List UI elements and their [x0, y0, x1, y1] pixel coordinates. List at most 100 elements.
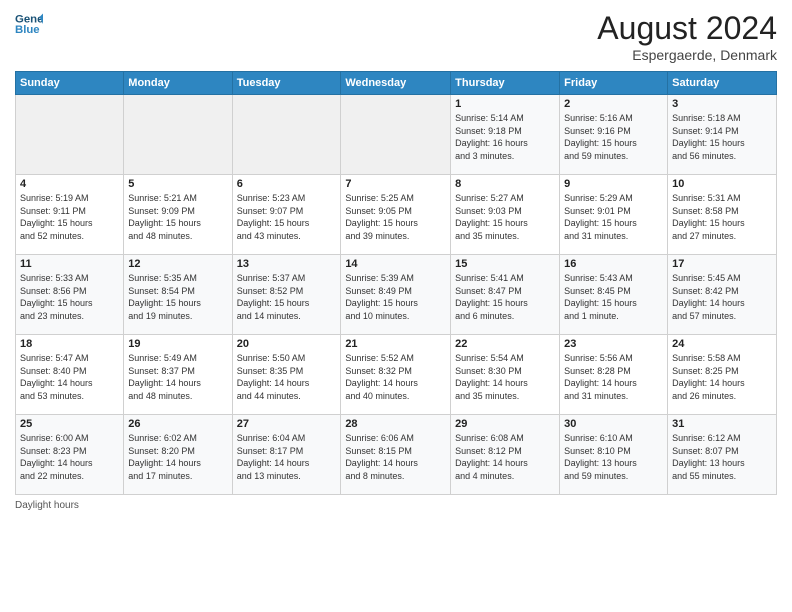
day-number: 18	[20, 338, 119, 350]
calendar-cell: 23 Sunrise: 5:56 AM Sunset: 8:28 PM Dayli…	[560, 335, 668, 415]
day-info: Sunrise: 6:12 AM Sunset: 8:07 PM Dayligh…	[672, 432, 772, 482]
day-info: Sunrise: 5:56 AM Sunset: 8:28 PM Dayligh…	[564, 352, 663, 402]
calendar-cell	[341, 95, 451, 175]
calendar-header: SundayMondayTuesdayWednesdayThursdayFrid…	[16, 72, 777, 95]
day-info: Sunrise: 5:18 AM Sunset: 9:14 PM Dayligh…	[672, 112, 772, 162]
week-row-2: 4 Sunrise: 5:19 AM Sunset: 9:11 PM Daylig…	[16, 175, 777, 255]
calendar-cell: 25 Sunrise: 6:00 AM Sunset: 8:23 PM Dayli…	[16, 415, 124, 495]
weekday-header-tuesday: Tuesday	[232, 72, 341, 95]
calendar-cell: 17Sunrise: 5:45 AM Sunset: 8:42 PM Dayli…	[668, 255, 777, 335]
day-info: Sunrise: 5:27 AM Sunset: 9:03 PM Dayligh…	[455, 192, 555, 242]
day-number: 21	[345, 338, 446, 350]
week-row-4: 18 Sunrise: 5:47 AM Sunset: 8:40 PM Dayli…	[16, 335, 777, 415]
day-number: 22	[455, 338, 555, 350]
weekday-header-sunday: Sunday	[16, 72, 124, 95]
calendar-cell: 21Sunrise: 5:52 AM Sunset: 8:32 PM Dayli…	[341, 335, 451, 415]
day-number: 25	[20, 418, 119, 430]
calendar-cell: 14 Sunrise: 5:39 AM Sunset: 8:49 PM Dayli…	[341, 255, 451, 335]
calendar-cell	[124, 95, 232, 175]
day-info: Sunrise: 5:23 AM Sunset: 9:07 PM Dayligh…	[237, 192, 337, 242]
day-number: 15	[455, 258, 555, 270]
day-info: Sunrise: 5:31 AM Sunset: 8:58 PM Dayligh…	[672, 192, 772, 242]
calendar-cell: 2 Sunrise: 5:16 AM Sunset: 9:16 PM Daylig…	[560, 95, 668, 175]
calendar-page: General Blue August 2024 Espergaerde, De…	[0, 0, 792, 612]
week-row-1: 1 Sunrise: 5:14 AM Sunset: 9:18 PM Daylig…	[16, 95, 777, 175]
day-number: 16	[564, 258, 663, 270]
calendar-cell: 6 Sunrise: 5:23 AM Sunset: 9:07 PM Daylig…	[232, 175, 341, 255]
day-info: Sunrise: 6:08 AM Sunset: 8:12 PM Dayligh…	[455, 432, 555, 482]
header: General Blue August 2024 Espergaerde, De…	[15, 10, 777, 63]
day-info: Sunrise: 5:41 AM Sunset: 8:47 PM Dayligh…	[455, 272, 555, 322]
day-number: 3	[672, 98, 772, 110]
calendar-cell: 10Sunrise: 5:31 AM Sunset: 8:58 PM Dayli…	[668, 175, 777, 255]
logo-icon: General Blue	[15, 10, 43, 38]
day-number: 30	[564, 418, 663, 430]
calendar-cell: 15 Sunrise: 5:41 AM Sunset: 8:47 PM Dayli…	[451, 255, 560, 335]
weekday-header-wednesday: Wednesday	[341, 72, 451, 95]
day-number: 13	[237, 258, 337, 270]
calendar-cell: 3 Sunrise: 5:18 AM Sunset: 9:14 PM Daylig…	[668, 95, 777, 175]
calendar-cell: 9 Sunrise: 5:29 AM Sunset: 9:01 PM Daylig…	[560, 175, 668, 255]
day-info: Sunrise: 5:16 AM Sunset: 9:16 PM Dayligh…	[564, 112, 663, 162]
calendar-cell: 7 Sunrise: 5:25 AM Sunset: 9:05 PM Daylig…	[341, 175, 451, 255]
day-number: 23	[564, 338, 663, 350]
svg-text:Blue: Blue	[15, 24, 40, 36]
day-number: 11	[20, 258, 119, 270]
calendar-cell: 29 Sunrise: 6:08 AM Sunset: 8:12 PM Dayli…	[451, 415, 560, 495]
day-number: 14	[345, 258, 446, 270]
calendar-cell: 28 Sunrise: 6:06 AM Sunset: 8:15 PM Dayli…	[341, 415, 451, 495]
calendar-table: SundayMondayTuesdayWednesdayThursdayFrid…	[15, 71, 777, 495]
day-info: Sunrise: 5:35 AM Sunset: 8:54 PM Dayligh…	[128, 272, 227, 322]
calendar-cell: 19 Sunrise: 5:49 AM Sunset: 8:37 PM Dayli…	[124, 335, 232, 415]
weekday-header-thursday: Thursday	[451, 72, 560, 95]
calendar-cell: 27 Sunrise: 6:04 AM Sunset: 8:17 PM Dayli…	[232, 415, 341, 495]
day-info: Sunrise: 5:37 AM Sunset: 8:52 PM Dayligh…	[237, 272, 337, 322]
day-number: 9	[564, 178, 663, 190]
day-info: Sunrise: 5:43 AM Sunset: 8:45 PM Dayligh…	[564, 272, 663, 322]
day-number: 1	[455, 98, 555, 110]
day-info: Sunrise: 6:02 AM Sunset: 8:20 PM Dayligh…	[128, 432, 227, 482]
day-info: Sunrise: 5:25 AM Sunset: 9:05 PM Dayligh…	[345, 192, 446, 242]
day-number: 26	[128, 418, 227, 430]
weekday-header-monday: Monday	[124, 72, 232, 95]
day-info: Sunrise: 5:49 AM Sunset: 8:37 PM Dayligh…	[128, 352, 227, 402]
day-info: Sunrise: 5:54 AM Sunset: 8:30 PM Dayligh…	[455, 352, 555, 402]
day-number: 7	[345, 178, 446, 190]
week-row-5: 25 Sunrise: 6:00 AM Sunset: 8:23 PM Dayli…	[16, 415, 777, 495]
day-number: 27	[237, 418, 337, 430]
day-info: Sunrise: 5:19 AM Sunset: 9:11 PM Dayligh…	[20, 192, 119, 242]
day-info: Sunrise: 6:06 AM Sunset: 8:15 PM Dayligh…	[345, 432, 446, 482]
day-info: Sunrise: 5:29 AM Sunset: 9:01 PM Dayligh…	[564, 192, 663, 242]
day-number: 28	[345, 418, 446, 430]
day-number: 8	[455, 178, 555, 190]
day-number: 20	[237, 338, 337, 350]
day-info: Sunrise: 5:47 AM Sunset: 8:40 PM Dayligh…	[20, 352, 119, 402]
day-info: Sunrise: 5:58 AM Sunset: 8:25 PM Dayligh…	[672, 352, 772, 402]
subtitle: Espergaerde, Denmark	[597, 47, 777, 63]
weekday-header-friday: Friday	[560, 72, 668, 95]
day-info: Sunrise: 6:04 AM Sunset: 8:17 PM Dayligh…	[237, 432, 337, 482]
main-title: August 2024	[597, 10, 777, 47]
day-number: 29	[455, 418, 555, 430]
calendar-cell: 22 Sunrise: 5:54 AM Sunset: 8:30 PM Dayli…	[451, 335, 560, 415]
week-row-3: 11Sunrise: 5:33 AM Sunset: 8:56 PM Dayli…	[16, 255, 777, 335]
calendar-body: 1 Sunrise: 5:14 AM Sunset: 9:18 PM Daylig…	[16, 95, 777, 495]
weekday-header-saturday: Saturday	[668, 72, 777, 95]
day-info: Sunrise: 5:21 AM Sunset: 9:09 PM Dayligh…	[128, 192, 227, 242]
day-info: Sunrise: 5:14 AM Sunset: 9:18 PM Dayligh…	[455, 112, 555, 162]
calendar-cell: 30 Sunrise: 6:10 AM Sunset: 8:10 PM Dayli…	[560, 415, 668, 495]
calendar-cell: 8 Sunrise: 5:27 AM Sunset: 9:03 PM Daylig…	[451, 175, 560, 255]
day-number: 2	[564, 98, 663, 110]
calendar-cell: 24Sunrise: 5:58 AM Sunset: 8:25 PM Dayli…	[668, 335, 777, 415]
calendar-cell: 11Sunrise: 5:33 AM Sunset: 8:56 PM Dayli…	[16, 255, 124, 335]
day-number: 6	[237, 178, 337, 190]
day-number: 4	[20, 178, 119, 190]
day-number: 19	[128, 338, 227, 350]
calendar-cell: 4 Sunrise: 5:19 AM Sunset: 9:11 PM Daylig…	[16, 175, 124, 255]
calendar-cell	[232, 95, 341, 175]
day-info: Sunrise: 6:00 AM Sunset: 8:23 PM Dayligh…	[20, 432, 119, 482]
calendar-cell	[16, 95, 124, 175]
day-info: Sunrise: 5:39 AM Sunset: 8:49 PM Dayligh…	[345, 272, 446, 322]
calendar-cell: 12Sunrise: 5:35 AM Sunset: 8:54 PM Dayli…	[124, 255, 232, 335]
day-info: Sunrise: 6:10 AM Sunset: 8:10 PM Dayligh…	[564, 432, 663, 482]
